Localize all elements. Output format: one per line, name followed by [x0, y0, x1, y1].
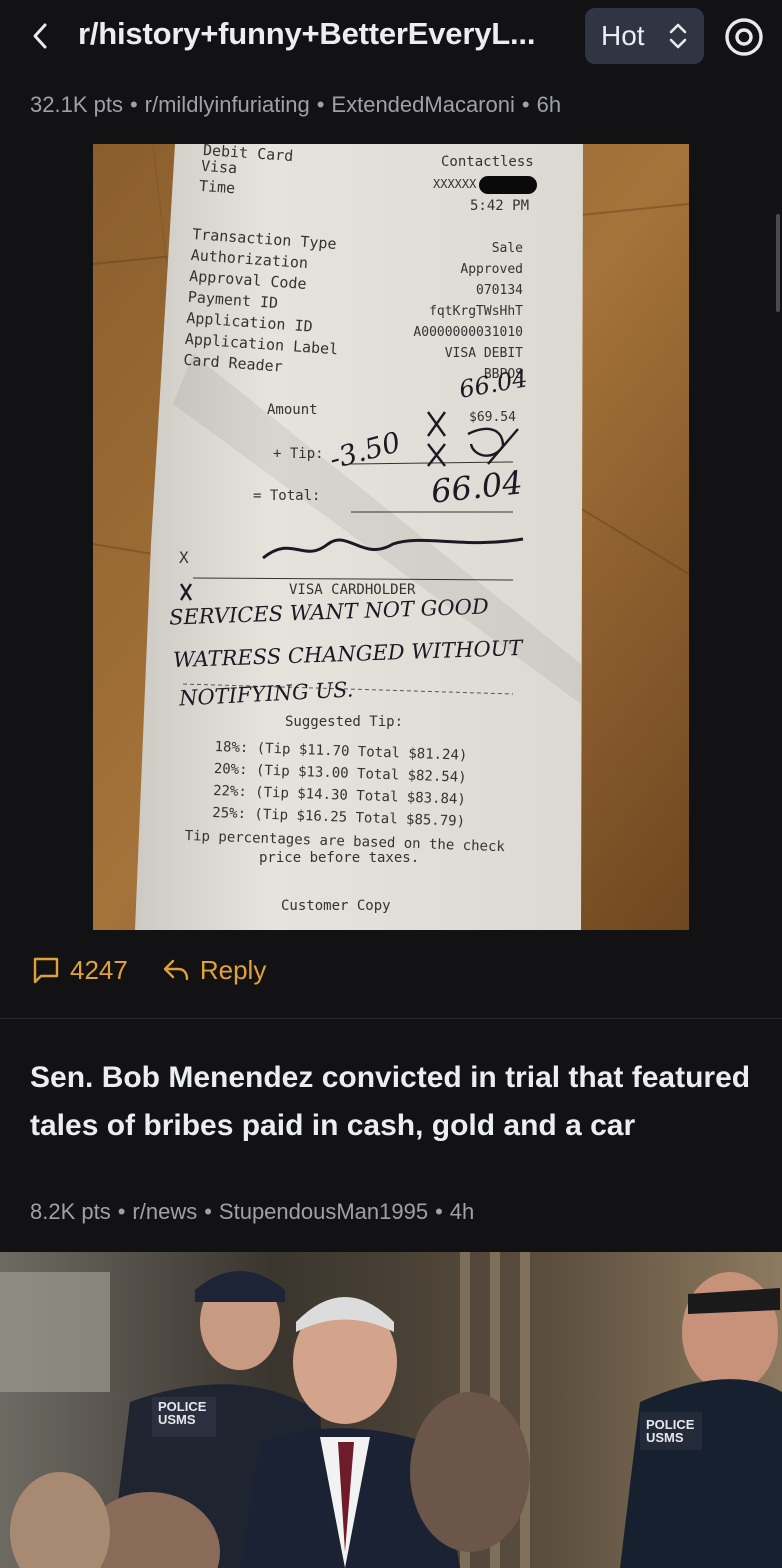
view-toggle-button[interactable]: [722, 15, 766, 59]
post-author[interactable]: StupendousMan1995: [219, 1199, 428, 1224]
receipt-suggested-label: Suggested Tip:: [285, 714, 404, 730]
reply-button[interactable]: Reply: [162, 955, 266, 986]
post-meta: 32.1K pts • r/mildlyinfuriating • ExtendedMa…: [30, 92, 562, 117]
post-subreddit[interactable]: r/news: [132, 1199, 197, 1224]
post-title[interactable]: Sen. Bob Menendez convicted in trial tha…: [30, 1054, 760, 1150]
feed-title: r/history+funny+BetterEveryL...: [78, 16, 536, 51]
receipt-footnote-line2: price before taxes.: [259, 850, 420, 866]
post-actions: 4247 Reply: [32, 950, 266, 990]
police-badge-right: POLICE USMS: [646, 1417, 695, 1445]
police-badge-left: POLICE USMS: [158, 1399, 207, 1427]
post-points: 8.2K pts: [30, 1199, 111, 1224]
post-subreddit[interactable]: r/mildlyinfuriating: [145, 92, 310, 117]
chevron-up-down-icon: [669, 23, 687, 49]
post-author[interactable]: ExtendedMacaroni: [331, 92, 514, 117]
sort-button[interactable]: Hot: [585, 8, 704, 64]
comments-button[interactable]: 4247: [32, 955, 128, 986]
post-age: 6h: [536, 92, 562, 117]
back-button[interactable]: [22, 18, 58, 54]
receipt-copy-label: Customer Copy: [281, 898, 391, 914]
top-bar: r/history+funny+BetterEveryL... Hot: [0, 0, 782, 76]
receipt: Debit Card Visa Time Contactless XXXXXX …: [93, 144, 689, 930]
eye-icon: [725, 18, 763, 56]
post-points: 32.1K pts: [30, 92, 123, 117]
chevron-left-icon: [33, 23, 47, 49]
post-divider: [0, 1018, 782, 1019]
post-age: 4h: [449, 1199, 475, 1224]
reply-icon: [163, 959, 189, 981]
signature-mark: X: [179, 548, 189, 567]
sort-label: Hot: [601, 20, 645, 51]
post-photo[interactable]: POLICE USMS POLICE USMS: [0, 1252, 782, 1568]
receipt-cardholder: VISA CARDHOLDER: [289, 582, 416, 598]
comment-icon: [33, 957, 59, 984]
scrollbar-thumb[interactable]: [776, 214, 780, 312]
comments-count: 4247: [70, 954, 128, 985]
receipt-suggested-list: 18%: (Tip $11.70 Total $81.24) 20%: (Tip…: [212, 736, 468, 833]
reply-label: Reply: [199, 954, 267, 985]
post-meta: 8.2K pts • r/news • StupendousMan1995 • 4h: [30, 1199, 475, 1224]
